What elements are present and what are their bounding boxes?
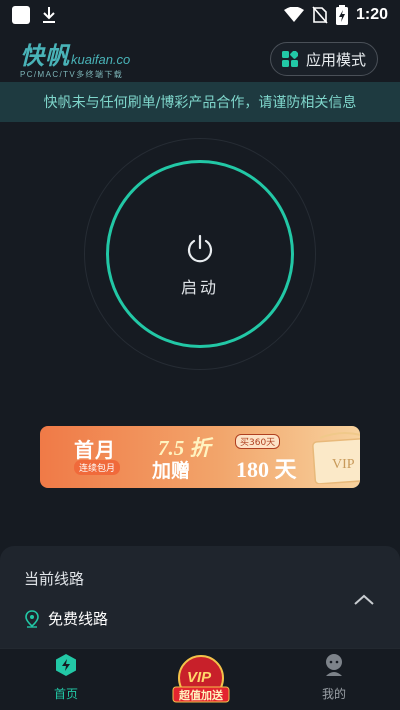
- download-icon: [43, 7, 55, 23]
- power-button[interactable]: 启动: [84, 138, 316, 370]
- logo-tagline: PC/MAC/TV多终端下载: [20, 70, 124, 79]
- location-pin-icon: [25, 609, 39, 628]
- logo-domain: kuaifan.co: [71, 52, 131, 67]
- status-time: 1:20: [355, 6, 388, 23]
- wifi-icon: [283, 7, 304, 22]
- vip-card-text: VIP: [332, 457, 355, 472]
- app-mode-label: 应用模式: [305, 50, 366, 69]
- vip-card-icon: VIP: [312, 432, 360, 484]
- notice-text: 快帆未与任何刷单/博彩产品合作，请谨防相关信息: [43, 95, 357, 111]
- notification-square-icon: [12, 6, 30, 24]
- power-icon: [187, 234, 213, 263]
- sheet-title: 当前线路: [24, 570, 85, 588]
- banner-strike: 买360天: [235, 434, 281, 449]
- notice-bar: 快帆未与任何刷单/博彩产品合作，请谨防相关信息: [0, 82, 400, 122]
- home-icon: [56, 654, 76, 676]
- app-logo: 快帆kuaifan.co PC/MAC/TV多终端下载: [20, 36, 150, 80]
- chevron-up-icon[interactable]: [352, 592, 376, 608]
- logo-text: 快帆: [20, 42, 70, 70]
- power-label: 启动: [180, 278, 219, 297]
- battery-charging-icon: [335, 5, 348, 25]
- tab-home-label: 首页: [53, 687, 78, 701]
- grid-icon: [281, 51, 298, 67]
- app-mode-button[interactable]: 应用模式: [270, 42, 378, 76]
- line-selector[interactable]: 免费线路: [24, 608, 108, 629]
- tab-me-label: 我的: [321, 687, 346, 701]
- banner-bonus-days: 180 天: [236, 457, 297, 482]
- banner-first-month: 首月: [74, 438, 116, 462]
- vip-badge-top-text: VIP: [187, 669, 212, 686]
- no-sim-icon: [312, 6, 328, 24]
- tab-home[interactable]: 首页: [36, 653, 96, 702]
- app-header: 快帆kuaifan.co PC/MAC/TV多终端下载 应用模式: [0, 30, 400, 88]
- status-bar: 1:20: [0, 0, 400, 30]
- banner-subscription: 连续包月: [74, 460, 121, 475]
- banner-bonus: 加赠: [152, 460, 191, 482]
- line-name: 免费线路: [48, 610, 109, 628]
- promo-banner[interactable]: 首月 连续包月 7.5 折 加赠 买360天 180 天 VIP: [40, 426, 360, 488]
- vip-badge-text: 超值加送: [178, 688, 224, 702]
- profile-icon: [326, 654, 342, 676]
- vip-promo-badge[interactable]: VIP 超值加送: [172, 654, 230, 706]
- tab-me[interactable]: 我的: [304, 653, 364, 702]
